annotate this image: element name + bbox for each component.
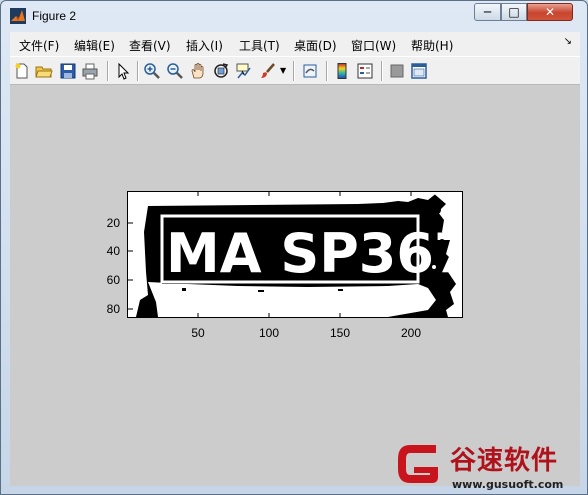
gusu-logo-icon bbox=[398, 445, 438, 483]
watermark-url: www.gusuoft.com bbox=[452, 478, 564, 491]
open-file-icon[interactable] bbox=[35, 62, 53, 80]
toolbar-separator bbox=[107, 61, 109, 81]
close-icon: ✕ bbox=[544, 5, 556, 19]
zoom-in-icon[interactable] bbox=[143, 62, 161, 80]
menu-window[interactable]: 窗口(W) bbox=[351, 37, 396, 54]
hide-plot-tools-icon[interactable] bbox=[388, 62, 406, 80]
maximize-button[interactable]: □ bbox=[501, 3, 527, 21]
menu-edit[interactable]: 编辑(E) bbox=[74, 37, 115, 54]
figure-toolbar: ▼ bbox=[10, 56, 580, 85]
save-icon[interactable] bbox=[59, 62, 77, 80]
data-cursor-icon[interactable] bbox=[235, 62, 253, 80]
menu-bar: 文件(F) 编辑(E) 查看(V) 插入(I) 工具(T) 桌面(D) 窗口(W… bbox=[10, 32, 580, 56]
show-plot-tools-icon[interactable] bbox=[410, 62, 428, 80]
dock-arrow-icon[interactable]: ↘ bbox=[564, 36, 572, 47]
menu-desktop[interactable]: 桌面(D) bbox=[294, 37, 337, 54]
minimize-icon: ─ bbox=[483, 5, 492, 19]
figure-canvas[interactable]: MA SP367 20 40 60 80 50 100 150 200 bbox=[10, 85, 580, 486]
pan-hand-icon[interactable] bbox=[189, 62, 207, 80]
new-figure-icon[interactable] bbox=[13, 62, 31, 80]
close-button[interactable]: ✕ bbox=[527, 3, 573, 21]
rotate-3d-icon[interactable] bbox=[212, 62, 230, 80]
figure-window: Figure 2 ─ □ ✕ 文件(F) 编辑(E) 查看(V) 插入(I) 工… bbox=[0, 0, 588, 495]
toolbar-separator bbox=[326, 61, 328, 81]
title-bar[interactable]: Figure 2 ─ □ ✕ bbox=[1, 1, 587, 31]
window-title: Figure 2 bbox=[32, 9, 77, 23]
brush-dropdown-icon[interactable]: ▼ bbox=[280, 62, 288, 80]
minimize-button[interactable]: ─ bbox=[474, 3, 501, 21]
menu-file[interactable]: 文件(F) bbox=[19, 37, 59, 54]
menu-view[interactable]: 查看(V) bbox=[129, 37, 171, 54]
edit-plot-arrow-icon[interactable] bbox=[114, 62, 132, 80]
menu-help[interactable]: 帮助(H) bbox=[411, 37, 453, 54]
toolbar-separator bbox=[381, 61, 383, 81]
zoom-out-icon[interactable] bbox=[166, 62, 184, 80]
axis-ticks bbox=[128, 192, 412, 317]
colorbar-icon[interactable] bbox=[333, 62, 351, 80]
maximize-icon: □ bbox=[508, 5, 520, 19]
toolbar-separator bbox=[137, 61, 139, 81]
menu-tools[interactable]: 工具(T) bbox=[239, 37, 280, 54]
watermark-brand: 谷速软件 bbox=[450, 446, 559, 476]
brush-icon[interactable] bbox=[259, 62, 277, 80]
legend-icon[interactable] bbox=[356, 62, 374, 80]
matlab-icon bbox=[10, 8, 26, 24]
print-icon[interactable] bbox=[81, 62, 99, 80]
toolbar-separator bbox=[293, 61, 295, 81]
menu-insert[interactable]: 插入(I) bbox=[186, 37, 223, 54]
link-plot-icon[interactable] bbox=[301, 62, 319, 80]
